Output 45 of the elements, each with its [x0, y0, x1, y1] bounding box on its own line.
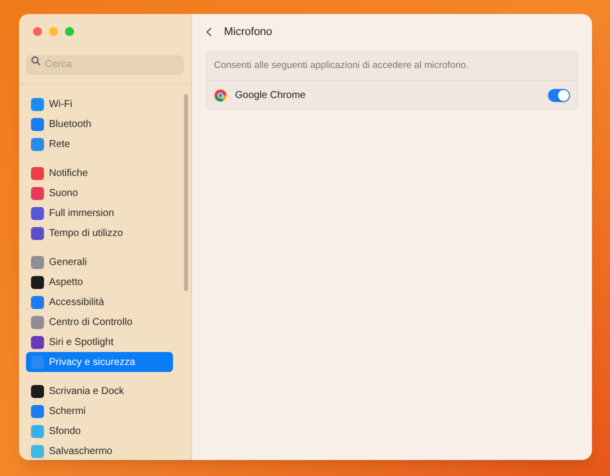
- page-title: Microfono: [224, 24, 272, 40]
- sidebar-label: Rete: [49, 138, 70, 152]
- sidebar-item[interactable]: Scrivania e Dock: [26, 381, 173, 401]
- zoom-window-icon[interactable]: [65, 27, 74, 36]
- sidebar-label: Tempo di utilizzo: [49, 226, 123, 240]
- sidebar-item[interactable]: Schermi: [26, 401, 173, 421]
- minimize-window-icon[interactable]: [49, 27, 58, 36]
- sidebar-item[interactable]: Full immersion: [26, 203, 173, 223]
- sidebar-label: Privacy e sicurezza: [49, 356, 136, 370]
- search-icon: [31, 56, 41, 66]
- sidebar-item[interactable]: Tempo di utilizzo: [26, 223, 173, 243]
- sidebar-item[interactable]: Salvaschermo: [26, 441, 173, 460]
- sidebar-label: Schermi: [49, 404, 86, 418]
- sidebar-label: Aspetto: [49, 276, 83, 290]
- close-window-icon[interactable]: [33, 27, 42, 36]
- sidebar-label: Bluetooth: [49, 118, 92, 132]
- sidebar-label: Notifiche: [49, 166, 88, 180]
- sidebar-item[interactable]: Aspetto: [26, 272, 173, 292]
- sidebar-item[interactable]: Generali: [26, 252, 173, 272]
- sidebar-item[interactable]: Sfondo: [26, 421, 173, 441]
- sidebar-label: Full immersion: [49, 206, 114, 220]
- sidebar-item[interactable]: Centro di Controllo: [26, 312, 173, 332]
- sidebar-item[interactable]: Wi-Fi: [26, 94, 173, 114]
- sidebar-label: Sfondo: [49, 424, 81, 438]
- sidebar-item[interactable]: Rete: [26, 134, 173, 154]
- sidebar-label: Wi-Fi: [49, 98, 72, 112]
- sidebar-label: Siri e Spotlight: [49, 336, 114, 350]
- sidebar-label: Suono: [49, 186, 78, 200]
- sidebar-item[interactable]: Suono: [26, 183, 173, 203]
- panel-description: Consenti alle seguenti applicazioni di accedere al microfono.: [207, 52, 577, 82]
- sidebar-label: Generali: [49, 256, 87, 270]
- sidebar-label: Salvaschermo: [49, 444, 112, 458]
- toggle-switch[interactable]: [548, 88, 570, 102]
- back-chevron-icon[interactable]: [206, 27, 212, 37]
- sidebar-label: Scrivania e Dock: [49, 384, 124, 398]
- sidebar-label: Accessibilità: [49, 296, 104, 310]
- sidebar-label: Centro di Controllo: [49, 316, 132, 330]
- sidebar-item[interactable]: Privacy e sicurezza: [26, 352, 173, 372]
- sidebar-item[interactable]: Accessibilità: [26, 292, 173, 312]
- app-name: Google Chrome: [235, 88, 307, 103]
- sidebar-item[interactable]: Siri e Spotlight: [26, 332, 173, 352]
- sidebar-item[interactable]: Bluetooth: [26, 114, 173, 134]
- browser-app-icon: [214, 88, 227, 102]
- search-field[interactable]: Cerca: [26, 54, 184, 74]
- sidebar-item[interactable]: Notifiche: [26, 163, 173, 183]
